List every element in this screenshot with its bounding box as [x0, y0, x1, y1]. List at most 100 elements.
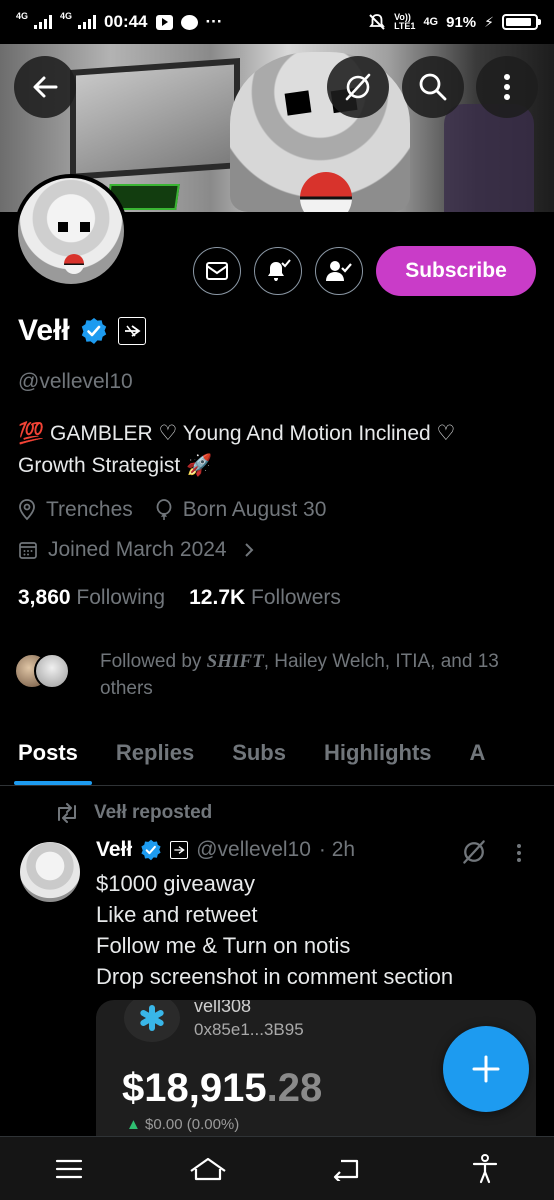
- nav-home-button[interactable]: [178, 1144, 238, 1194]
- location-item: Trenches: [18, 498, 133, 522]
- profile-handle: @vellevel10: [18, 370, 133, 393]
- followers-count: 12.7K: [189, 586, 246, 609]
- battery-icon: [502, 14, 541, 30]
- grok-button[interactable]: [327, 56, 389, 118]
- location-text: Trenches: [46, 498, 133, 521]
- followed-by-shift: SHIFT: [206, 651, 264, 672]
- wallet-balance: $18,915.28: [122, 1066, 322, 1111]
- repost-icon: [58, 803, 76, 823]
- post-more-button[interactable]: [516, 843, 522, 868]
- more-vertical-icon: [504, 74, 510, 100]
- plus-icon: [472, 1055, 500, 1083]
- search-button[interactable]: [402, 56, 464, 118]
- notifications-button[interactable]: [254, 247, 302, 295]
- balance-main: $18,915: [122, 1066, 267, 1110]
- profile-name: Vełł: [18, 314, 70, 347]
- accessibility-icon: [472, 1153, 497, 1183]
- bell-check-icon: [268, 259, 291, 281]
- battery-percent: 91%: [446, 13, 477, 31]
- joined-row[interactable]: Joined March 2024: [18, 538, 255, 562]
- birthday-item: Born August 30: [155, 498, 327, 522]
- following-button[interactable]: [315, 247, 363, 295]
- following-label: Following: [76, 586, 166, 609]
- wallet-address: 0x85e1...3B95: [194, 1020, 304, 1039]
- post-author-handle[interactable]: @vellevel10: [196, 838, 311, 862]
- repost-indicator: Vełł reposted: [54, 802, 212, 824]
- home-icon: [190, 1157, 226, 1180]
- compose-button[interactable]: [443, 1026, 529, 1112]
- balance-change-text: $0.00 (0.00%): [145, 1116, 240, 1133]
- followers-label: Followers: [251, 586, 341, 609]
- post-header: Vełł @vellevel10 · 2h: [96, 838, 355, 862]
- nav-menu-button[interactable]: [39, 1144, 99, 1194]
- following-link[interactable]: 3,860 Following: [18, 586, 165, 610]
- verified-badge-icon[interactable]: [80, 317, 108, 345]
- more-button[interactable]: [476, 56, 538, 118]
- play-notification-icon: [155, 14, 173, 30]
- bio-line-1: 💯 GAMBLER ♡ Young And Motion Inclined ♡: [18, 422, 456, 445]
- followed-by[interactable]: Followed by SHIFT, Hailey Welch, ITIA, a…: [14, 648, 540, 702]
- banner-chair: [444, 104, 534, 212]
- back-button[interactable]: [14, 56, 76, 118]
- network-lte: Vo)) LTE1: [394, 13, 415, 31]
- tab-subs[interactable]: Subs: [232, 726, 286, 785]
- wallet-name: vell308: [194, 1000, 252, 1016]
- post-line: Like and retweet: [96, 902, 258, 927]
- followed-by-text: Followed by SHIFT, Hailey Welch, ITIA, a…: [100, 648, 540, 702]
- location-pin-icon: [19, 499, 35, 521]
- status-bar: 4G 4G 00:44 ··· Vo)) LTE1 4G 91% ⚡: [0, 0, 554, 44]
- followers-link[interactable]: 12.7K Followers: [189, 586, 341, 610]
- balloon-icon: [156, 499, 172, 520]
- profile-meta: Trenches Born August 30: [18, 498, 326, 522]
- birthday-text: Born August 30: [182, 498, 327, 521]
- mutual-avatars: [14, 653, 74, 693]
- mutual-avatar: [34, 653, 70, 689]
- post-line: Follow me & Turn on notis: [96, 933, 351, 958]
- post-grok-button[interactable]: [460, 838, 488, 871]
- post-author-name[interactable]: Vełł: [96, 838, 132, 862]
- joined-text: Joined March 2024: [48, 538, 227, 561]
- clock: 00:44: [104, 12, 148, 31]
- repost-label: Vełł reposted: [94, 802, 213, 823]
- profile-bio: 💯 GAMBLER ♡ Young And Motion Inclined ♡ …: [18, 418, 538, 482]
- banner-monitor: [70, 58, 240, 180]
- tab-highlights[interactable]: Highlights: [324, 726, 432, 785]
- tab-replies[interactable]: Replies: [116, 726, 194, 785]
- follow-counts: 3,860 Following 12.7K Followers: [18, 586, 341, 610]
- nav-accessibility-button[interactable]: [455, 1144, 515, 1194]
- post-line: Drop screenshot in comment section: [96, 964, 454, 989]
- message-button[interactable]: [193, 247, 241, 295]
- menu-icon: [56, 1159, 83, 1178]
- wallet-logo-icon: [124, 1000, 180, 1042]
- verified-badge-icon: [141, 839, 161, 861]
- mute-icon: [369, 14, 385, 30]
- signal-2-icon: [78, 15, 97, 29]
- profile-avatar[interactable]: [14, 174, 128, 288]
- more-vertical-icon: [517, 844, 521, 862]
- tab-overflow[interactable]: A: [470, 726, 486, 785]
- chat-notification-icon: [180, 14, 198, 30]
- subscribe-button[interactable]: Subscribe: [376, 246, 536, 296]
- post-time: · 2h: [318, 838, 356, 861]
- bio-line-2: Growth Strategist 🚀: [18, 454, 213, 477]
- profile-tabs: Posts Replies Subs Highlights A: [0, 726, 554, 786]
- network-lte-label: LTE1: [394, 21, 416, 31]
- nav-back-button[interactable]: [316, 1144, 376, 1194]
- affiliate-badge-icon: [170, 841, 189, 859]
- up-triangle-icon: ▲: [126, 1116, 141, 1133]
- balance-cents: .28: [266, 1066, 323, 1110]
- grok-icon: [463, 840, 485, 864]
- tab-posts[interactable]: Posts: [14, 726, 92, 785]
- calendar-icon: [19, 542, 37, 559]
- chevron-right-icon: [244, 543, 254, 557]
- profile-name-row: Vełł: [18, 314, 146, 348]
- charging-icon: ⚡: [484, 13, 494, 30]
- system-nav-bar: [0, 1136, 554, 1200]
- post-avatar[interactable]: [20, 842, 80, 902]
- following-count: 3,860: [18, 586, 71, 609]
- signal-2-label: 4G: [60, 11, 73, 21]
- affiliate-badge-icon[interactable]: [117, 317, 146, 345]
- network-4g-label: 4G: [423, 16, 439, 28]
- battery-fill: [506, 18, 532, 26]
- grok-icon: [345, 73, 371, 101]
